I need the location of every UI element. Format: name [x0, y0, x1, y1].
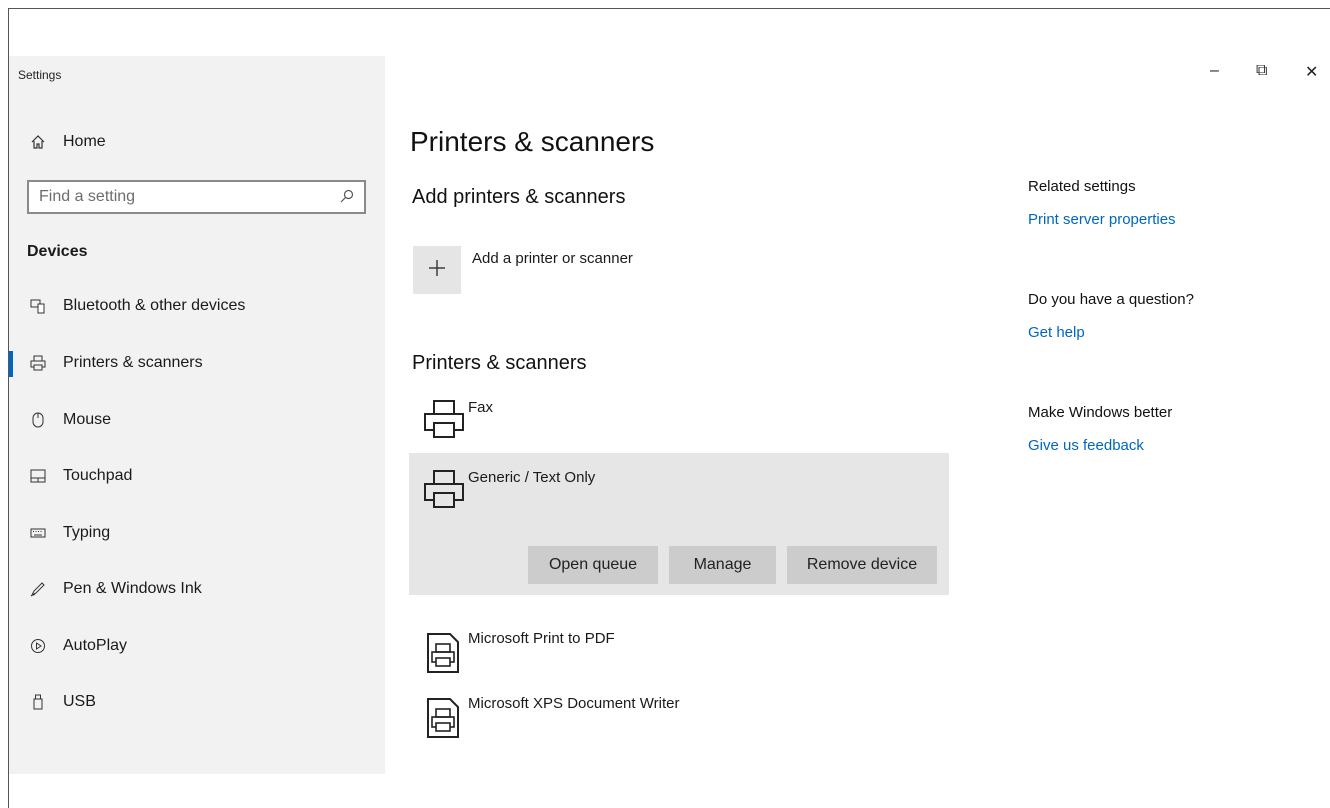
printer-icon: [29, 354, 47, 372]
usb-icon: [29, 693, 47, 711]
keyboard-icon: [29, 524, 47, 542]
open-queue-button[interactable]: Open queue: [528, 546, 658, 584]
device-item-generic-row[interactable]: Generic / Text Only: [412, 469, 932, 515]
search-placeholder: Find a setting: [39, 188, 136, 205]
sidebar-item-label: Pen & Windows Ink: [63, 580, 202, 597]
touchpad-icon: [29, 467, 47, 485]
bluetooth-devices-icon: [29, 297, 47, 315]
search-icon: [340, 189, 354, 206]
add-section-title: Add printers & scanners: [412, 186, 626, 208]
print-server-properties-link[interactable]: Print server properties: [1028, 211, 1176, 228]
sidebar-item-touchpad[interactable]: Touchpad: [9, 456, 385, 496]
device-item-xps[interactable]: Microsoft XPS Document Writer: [412, 695, 932, 741]
plus-icon: [426, 255, 448, 286]
printer-icon: [422, 467, 466, 511]
remove-device-button[interactable]: Remove device: [787, 546, 937, 584]
question-heading: Do you have a question?: [1028, 291, 1194, 308]
list-section-title: Printers & scanners: [412, 352, 587, 374]
search-input[interactable]: Find a setting: [27, 180, 366, 214]
device-item-pdf[interactable]: Microsoft Print to PDF: [412, 630, 932, 676]
close-button[interactable]: ✕: [1305, 62, 1318, 82]
device-item-fax[interactable]: Fax: [412, 399, 932, 445]
sidebar-item-label: Printers & scanners: [63, 354, 203, 371]
restore-button[interactable]: ⧉: [1256, 62, 1267, 80]
document-printer-icon: [422, 695, 466, 739]
minimize-icon: –: [1210, 62, 1219, 79]
sidebar-item-typing[interactable]: Typing: [9, 513, 385, 553]
close-icon: ✕: [1305, 64, 1319, 81]
sidebar-item-home[interactable]: Home: [9, 122, 385, 162]
sidebar-item-printers[interactable]: Printers & scanners: [9, 343, 385, 383]
give-feedback-link[interactable]: Give us feedback: [1028, 437, 1144, 454]
sidebar-item-label: Touchpad: [63, 467, 133, 484]
device-name: Generic / Text Only: [468, 469, 596, 486]
related-settings-heading: Related settings: [1028, 178, 1136, 195]
app-title: Settings: [18, 68, 62, 82]
sidebar-item-label: AutoPlay: [63, 637, 128, 654]
sidebar-item-mouse[interactable]: Mouse: [9, 400, 385, 440]
add-printer-button[interactable]: [413, 246, 461, 294]
make-windows-better-heading: Make Windows better: [1028, 404, 1173, 421]
page-title: Printers & scanners: [410, 126, 655, 157]
printer-icon: [422, 397, 466, 441]
device-name: Fax: [468, 399, 494, 416]
mouse-icon: [29, 411, 47, 429]
sidebar-item-autoplay[interactable]: AutoPlay: [9, 626, 385, 666]
sidebar-item-bluetooth[interactable]: Bluetooth & other devices: [9, 286, 385, 326]
sidebar-item-label: Bluetooth & other devices: [63, 297, 246, 314]
sidebar-item-pen[interactable]: Pen & Windows Ink: [9, 569, 385, 609]
home-icon: [29, 133, 47, 151]
minimize-button[interactable]: –: [1210, 62, 1219, 80]
sidebar-section-title: Devices: [27, 243, 88, 260]
sidebar-item-label: USB: [63, 693, 96, 710]
sidebar-item-label: Home: [63, 133, 106, 150]
device-name: Microsoft XPS Document Writer: [468, 695, 680, 712]
sidebar-item-usb[interactable]: USB: [9, 682, 385, 722]
device-name: Microsoft Print to PDF: [468, 630, 615, 647]
sidebar-item-label: Typing: [63, 524, 111, 541]
restore-icon: ⧉: [1256, 62, 1268, 79]
sidebar-item-label: Mouse: [63, 411, 112, 428]
get-help-link[interactable]: Get help: [1028, 324, 1085, 341]
manage-button[interactable]: Manage: [669, 546, 776, 584]
add-printer-label[interactable]: Add a printer or scanner: [472, 250, 633, 267]
pen-icon: [29, 580, 47, 598]
document-printer-icon: [422, 630, 466, 674]
autoplay-icon: [29, 637, 47, 655]
